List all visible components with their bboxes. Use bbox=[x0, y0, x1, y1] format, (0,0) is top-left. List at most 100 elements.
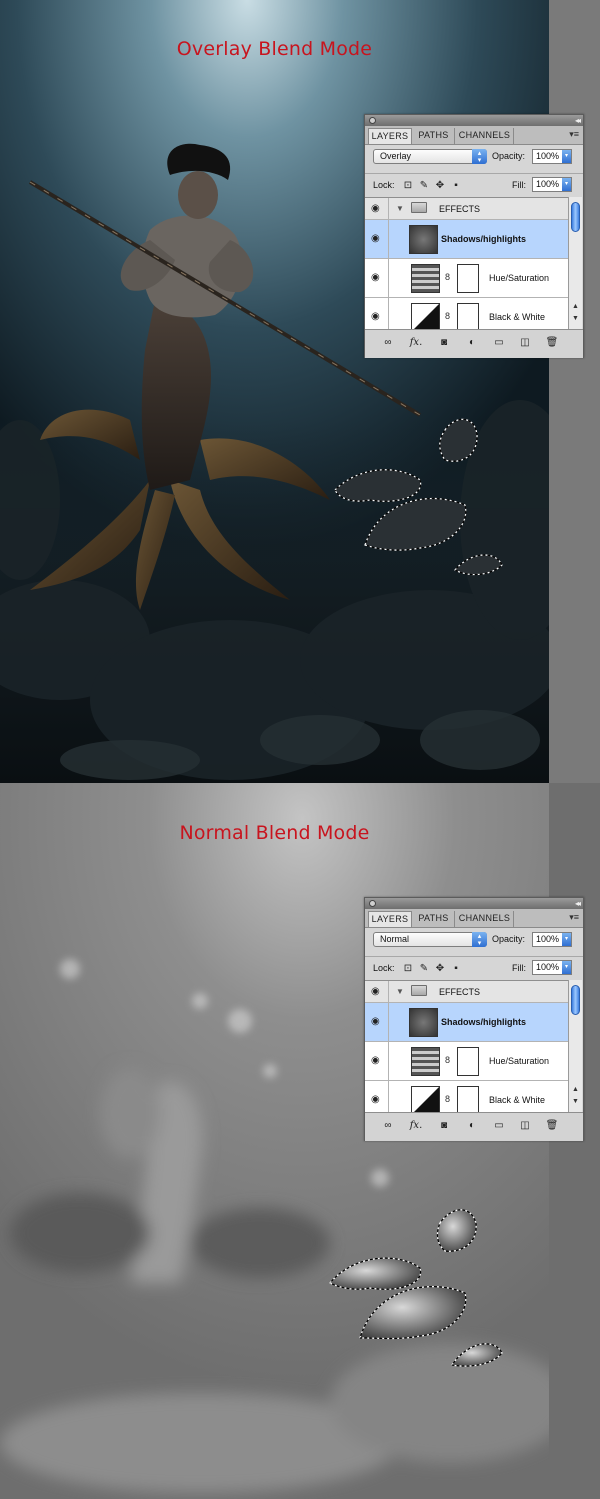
scroll-up-icon[interactable]: ▲ bbox=[572, 303, 579, 310]
expand-triangle-icon[interactable]: ▼ bbox=[396, 987, 404, 996]
collapse-icon[interactable]: ◂◂ bbox=[575, 116, 581, 125]
fill-dropdown-icon[interactable]: ▾ bbox=[562, 178, 571, 191]
section-heading: Normal Blend Mode bbox=[179, 822, 370, 844]
collapse-icon[interactable]: ◂◂ bbox=[575, 899, 581, 908]
lock-label: Lock: bbox=[373, 963, 395, 973]
visibility-toggle[interactable]: ◉ bbox=[365, 1042, 389, 1080]
layer-row-hue[interactable]: ◉ 8 Hue/Saturation bbox=[365, 259, 568, 298]
tab-channels[interactable]: CHANNELS bbox=[456, 128, 514, 144]
trash-icon[interactable]: 🗑 bbox=[545, 337, 559, 349]
layer-name: Shadows/highlights bbox=[441, 1017, 526, 1027]
layer-row-group[interactable]: ◉ ▼ EFFECTS bbox=[365, 981, 568, 1003]
panel-footer: ∞ fx. ◙ ◐ ▭ ◫ 🗑 bbox=[365, 1112, 583, 1141]
visibility-toggle[interactable]: ◉ bbox=[365, 259, 389, 297]
scrollbar-thumb[interactable] bbox=[571, 985, 580, 1015]
opacity-dropdown-icon[interactable]: ▾ bbox=[562, 150, 571, 163]
tab-layers[interactable]: LAYERS bbox=[368, 128, 412, 144]
layer-name: Black & White bbox=[489, 312, 546, 322]
eye-icon: ◉ bbox=[371, 1094, 380, 1105]
visibility-toggle[interactable]: ◉ bbox=[365, 1081, 389, 1113]
new-group-icon[interactable]: ▭ bbox=[492, 337, 506, 349]
layer-row-bw[interactable]: ◉ 8 Black & White bbox=[365, 1081, 568, 1113]
layer-row-bw[interactable]: ◉ 8 Black & White bbox=[365, 298, 568, 330]
fill-value: 100% bbox=[536, 962, 560, 972]
normal-section: Normal Blend Mode ◂◂ LAYERS PATHS CHANNE… bbox=[0, 783, 600, 1499]
layer-row-group[interactable]: ◉ ▼ EFFECTS bbox=[365, 198, 568, 220]
close-icon[interactable] bbox=[369, 117, 376, 124]
new-layer-icon[interactable]: ◫ bbox=[518, 337, 532, 349]
panel-titlebar[interactable]: ◂◂ bbox=[365, 898, 583, 909]
brush-lock-icon[interactable]: ✎ bbox=[419, 181, 429, 191]
visibility-toggle[interactable]: ◉ bbox=[365, 1003, 389, 1041]
visibility-toggle[interactable]: ◉ bbox=[365, 298, 389, 330]
tab-layers[interactable]: LAYERS bbox=[368, 911, 412, 927]
scrollbar-thumb[interactable] bbox=[571, 202, 580, 232]
fill-field[interactable]: 100% ▾ bbox=[532, 960, 572, 975]
new-layer-icon[interactable]: ◫ bbox=[518, 1120, 532, 1132]
layer-mask-thumbnail bbox=[457, 303, 479, 330]
fill-field[interactable]: 100% ▾ bbox=[532, 177, 572, 192]
panel-menu-icon[interactable]: ▾≡ bbox=[569, 129, 579, 140]
eye-icon: ◉ bbox=[371, 202, 380, 214]
layer-thumbnail bbox=[409, 1008, 438, 1037]
layers-scrollbar[interactable]: ▲ ▼ bbox=[568, 980, 582, 1112]
adjustment-layer-icon[interactable]: ◐ bbox=[465, 1120, 479, 1132]
panel-footer: ∞ fx. ◙ ◐ ▭ ◫ 🗑 bbox=[365, 329, 583, 358]
layer-row-selected[interactable]: ◉ Shadows/highlights bbox=[365, 220, 568, 259]
add-mask-icon[interactable]: ◙ bbox=[437, 1120, 451, 1132]
fill-label: Fill: bbox=[512, 963, 526, 973]
fill-dropdown-icon[interactable]: ▾ bbox=[562, 961, 571, 974]
scroll-down-icon[interactable]: ▼ bbox=[572, 315, 579, 322]
opacity-field[interactable]: 100% ▾ bbox=[532, 149, 572, 164]
add-mask-icon[interactable]: ◙ bbox=[437, 337, 451, 349]
transparency-lock-icon[interactable]: ⊡ bbox=[403, 181, 413, 191]
layers-scrollbar[interactable]: ▲ ▼ bbox=[568, 197, 582, 329]
visibility-toggle[interactable]: ◉ bbox=[365, 220, 389, 258]
lock-row: Lock: ⊡ ✎ ✥ ▪ Fill: 100% ▾ bbox=[365, 173, 583, 196]
scroll-down-icon[interactable]: ▼ bbox=[572, 1098, 579, 1105]
tab-channels[interactable]: CHANNELS bbox=[456, 911, 514, 927]
padlock-icon[interactable]: ▪ bbox=[451, 181, 461, 191]
scroll-up-icon[interactable]: ▲ bbox=[572, 1086, 579, 1093]
expand-triangle-icon[interactable]: ▼ bbox=[396, 204, 404, 213]
padlock-icon[interactable]: ▪ bbox=[451, 964, 461, 974]
eye-icon: ◉ bbox=[371, 272, 380, 283]
visibility-toggle[interactable]: ◉ bbox=[365, 198, 389, 219]
layer-name: Hue/Saturation bbox=[489, 1056, 550, 1066]
chain-link-icon: 8 bbox=[445, 1094, 451, 1104]
panel-menu-icon[interactable]: ▾≡ bbox=[569, 912, 579, 923]
transparency-lock-icon[interactable]: ⊡ bbox=[403, 964, 413, 974]
eye-icon: ◉ bbox=[371, 985, 380, 997]
layer-name: Hue/Saturation bbox=[489, 273, 550, 283]
visibility-toggle[interactable]: ◉ bbox=[365, 981, 389, 1002]
link-layers-icon[interactable]: ∞ bbox=[381, 1120, 395, 1132]
underwater-photo-normal bbox=[0, 783, 549, 1499]
adjustment-layer-icon[interactable]: ◐ bbox=[465, 337, 479, 349]
move-lock-icon[interactable]: ✥ bbox=[435, 964, 445, 974]
fx-icon[interactable]: fx. bbox=[409, 337, 423, 349]
move-lock-icon[interactable]: ✥ bbox=[435, 181, 445, 191]
tab-paths[interactable]: PATHS bbox=[413, 911, 455, 927]
eye-icon: ◉ bbox=[371, 1016, 380, 1027]
layer-mask-thumbnail bbox=[457, 1047, 479, 1076]
opacity-dropdown-icon[interactable]: ▾ bbox=[562, 933, 571, 946]
opacity-field[interactable]: 100% ▾ bbox=[532, 932, 572, 947]
opacity-label: Opacity: bbox=[492, 151, 526, 161]
panel-tabs: LAYERS PATHS CHANNELS ▾≡ bbox=[365, 909, 583, 928]
trash-icon[interactable]: 🗑 bbox=[545, 1120, 559, 1132]
layer-row-selected[interactable]: ◉ Shadows/highlights bbox=[365, 1003, 568, 1042]
brush-lock-icon[interactable]: ✎ bbox=[419, 964, 429, 974]
lock-row: Lock: ⊡ ✎ ✥ ▪ Fill: 100% ▾ bbox=[365, 956, 583, 979]
fx-icon[interactable]: fx. bbox=[409, 1120, 423, 1132]
blend-mode-select[interactable]: Overlay ▴ ▾ bbox=[373, 149, 487, 164]
new-group-icon[interactable]: ▭ bbox=[492, 1120, 506, 1132]
close-icon[interactable] bbox=[369, 900, 376, 907]
panel-titlebar[interactable]: ◂◂ bbox=[365, 115, 583, 126]
opacity-value: 100% bbox=[536, 151, 560, 161]
link-layers-icon[interactable]: ∞ bbox=[381, 337, 395, 349]
tab-paths[interactable]: PATHS bbox=[413, 128, 455, 144]
layer-row-hue[interactable]: ◉ 8 Hue/Saturation bbox=[365, 1042, 568, 1081]
blend-mode-select[interactable]: Normal ▴ ▾ bbox=[373, 932, 487, 947]
chain-link-icon: 8 bbox=[445, 1055, 451, 1065]
hue-saturation-icon bbox=[411, 1047, 440, 1076]
